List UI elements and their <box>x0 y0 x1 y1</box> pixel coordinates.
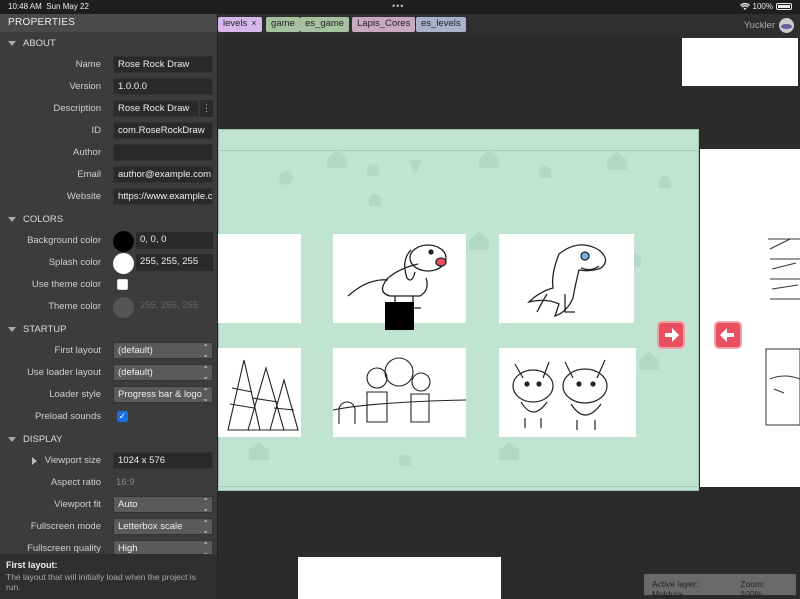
updown-chevron-icon: ⌃ ⌄ <box>202 519 209 535</box>
user-account[interactable]: Yuckler <box>744 18 794 33</box>
prop-aspect-ratio: Aspect ratio 16:9 <box>50 477 135 488</box>
section-colors[interactable]: COLORS <box>0 208 217 230</box>
updown-chevron-icon: ⌃ ⌄ <box>202 387 209 403</box>
tab-es-levels[interactable]: es_levels <box>416 17 466 32</box>
prop-preload-sounds: Preload sounds ✓ <box>34 411 128 422</box>
prop-website: Websitehttps://www.example.com <box>0 186 217 208</box>
collapse-triangle-icon[interactable] <box>8 40 16 46</box>
tab-lapis-cores[interactable]: Lapis_Cores <box>352 17 416 32</box>
tab-levels[interactable]: levels × <box>218 17 262 32</box>
status-time: 10:48 AM Sun May 22 <box>8 2 89 11</box>
multitasking-dots-icon[interactable]: ••• <box>392 1 404 11</box>
active-layer-status: Active layer: Moldura <box>652 579 699 599</box>
section-about[interactable]: ABOUT <box>0 32 217 54</box>
prop-background-color: Background color 0, 0, 0 <box>0 230 217 252</box>
prop-first-layout: First layout (default) ⌃ ⌄ <box>0 340 217 362</box>
id-field[interactable]: com.RoseRockDraw <box>113 122 213 139</box>
prop-author: Author <box>0 142 217 164</box>
loader-layout-select[interactable]: (default) ⌃ ⌄ <box>113 364 213 381</box>
prop-use-theme-color: Use theme color <box>0 274 217 296</box>
layout-tab-bar: levels × game es_game Lapis_Cores es_leve… <box>218 14 800 38</box>
tab-es-game[interactable]: es_game <box>300 17 350 32</box>
trees-drawing <box>227 359 299 431</box>
more-options-icon[interactable]: ⋮ <box>200 100 213 117</box>
background-color-swatch[interactable] <box>113 231 134 252</box>
selection-marker[interactable] <box>385 302 414 330</box>
help-title: First layout: <box>6 560 58 570</box>
avatar[interactable] <box>779 18 794 33</box>
loader-style-select[interactable]: Progress bar & logo ⌃ ⌄ <box>113 386 213 403</box>
description-field[interactable]: Rose Rock Draw <box>113 100 199 117</box>
prop-viewport-size: Viewport size 1024 x 576 <box>0 450 217 472</box>
next-arrow-icon[interactable] <box>657 321 685 349</box>
email-field[interactable]: author@example.com <box>113 166 213 183</box>
theme-color-field[interactable]: 255, 255, 255 <box>136 298 213 315</box>
prop-fullscreen-mode: Fullscreen mode Letterbox scale ⌃ ⌄ <box>0 516 217 538</box>
adjacent-layout-preview[interactable] <box>700 149 800 487</box>
expand-triangle-icon[interactable] <box>32 457 37 465</box>
aspect-ratio-value: 16:9 <box>116 477 135 488</box>
version-field[interactable]: 1.0.0.0 <box>113 78 213 95</box>
card-dinosaur[interactable] <box>499 234 634 323</box>
prop-splash-color: Splash color 255, 255, 255 <box>0 252 217 274</box>
properties-list[interactable]: ABOUT Name Rose Rock Draw Version 1.0.0.0 … <box>0 32 217 568</box>
prop-email: Email author@example.com <box>0 164 217 186</box>
updown-chevron-icon: ⌃ ⌄ <box>202 365 209 381</box>
viewport-size-field[interactable]: 1024 x 576 <box>113 452 213 469</box>
kids-drawing <box>332 357 467 424</box>
tab-game[interactable]: game <box>266 17 300 32</box>
dinosaur-drawing <box>526 244 607 318</box>
offscreen-object[interactable] <box>682 38 798 86</box>
name-field[interactable]: Rose Rock Draw <box>113 56 213 73</box>
collapse-triangle-icon[interactable] <box>8 436 16 442</box>
splash-color-swatch[interactable] <box>113 253 134 274</box>
prop-loader-style: Loader style Progress bar & logo ⌃ ⌄ <box>0 384 217 406</box>
system-status-bar: 10:48 AM Sun May 22 ••• 100% <box>0 0 800 14</box>
zoom-status: Zoom: 100% <box>740 579 765 599</box>
help-box: First layout: The layout that will initi… <box>0 554 217 599</box>
prop-description: Description Rose Rock Draw ⋮ <box>0 98 217 120</box>
splash-color-field[interactable]: 255, 255, 255 <box>136 254 213 271</box>
panel-title: PROPERTIES <box>0 14 217 32</box>
background-color-field[interactable]: 0, 0, 0 <box>136 232 213 249</box>
close-icon[interactable]: × <box>251 18 256 28</box>
wifi-icon <box>739 2 750 10</box>
card-trees[interactable] <box>218 348 301 437</box>
viewport-fit-select[interactable]: Auto ⌃ ⌄ <box>113 496 213 513</box>
prop-id: ID com.RoseRockDraw <box>0 120 217 142</box>
author-field[interactable] <box>113 144 213 161</box>
card-partial-left[interactable] <box>218 234 301 323</box>
collapse-triangle-icon[interactable] <box>8 326 16 332</box>
collapse-triangle-icon[interactable] <box>8 216 16 222</box>
section-startup[interactable]: STARTUP <box>0 318 217 340</box>
cats-drawing <box>512 359 608 430</box>
prop-name: Name Rose Rock Draw <box>0 54 217 76</box>
card-cats[interactable] <box>499 348 636 437</box>
section-display[interactable]: DISPLAY <box>0 428 217 450</box>
layout-canvas[interactable] <box>218 38 800 599</box>
layout-status-panel: Active layer: Moldura Zoom: 100% <box>644 574 796 599</box>
first-layout-select[interactable]: (default) ⌃ ⌄ <box>113 342 213 359</box>
battery-icon <box>776 3 792 10</box>
prop-viewport-fit: Viewport fit Auto ⌃ ⌄ <box>0 494 217 516</box>
adjacent-preview-drawing <box>765 238 800 426</box>
fullscreen-mode-select[interactable]: Letterbox scale ⌃ ⌄ <box>113 518 213 535</box>
status-right: 100% <box>739 2 792 11</box>
prop-theme-color: Theme color 255, 255, 255 <box>0 296 217 318</box>
previous-arrow-icon[interactable] <box>714 321 742 349</box>
updown-chevron-icon: ⌃ ⌄ <box>202 497 209 513</box>
offscreen-object[interactable] <box>298 557 501 599</box>
card-kids[interactable] <box>332 348 467 437</box>
theme-color-swatch[interactable] <box>113 297 134 318</box>
prop-loader-layout: Use loader layout (default) ⌃ ⌄ <box>0 362 217 384</box>
updown-chevron-icon: ⌃ ⌄ <box>202 343 209 359</box>
battery-percent: 100% <box>752 2 773 11</box>
help-text: The layout that will initially load when… <box>6 572 196 592</box>
preload-sounds-checkbox[interactable]: ✓ <box>117 411 128 422</box>
use-theme-color-checkbox[interactable] <box>117 279 128 290</box>
website-field[interactable]: https://www.example.com <box>113 188 213 205</box>
prop-version: Version 1.0.0.0 <box>0 76 217 98</box>
properties-panel: PROPERTIES ABOUT Name Rose Rock Draw Vers… <box>0 14 218 599</box>
